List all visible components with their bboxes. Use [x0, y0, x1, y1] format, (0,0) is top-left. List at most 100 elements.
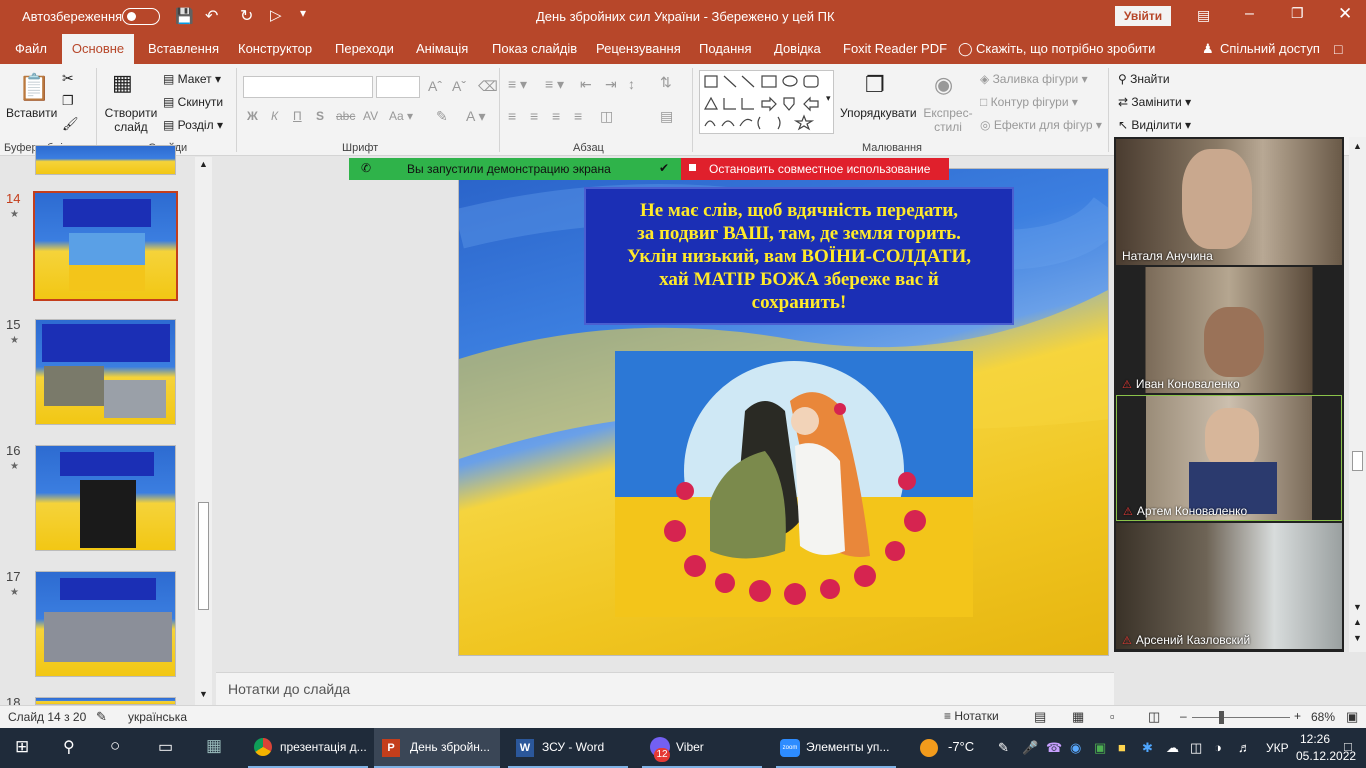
bullets-icon[interactable]: ≡ ▾	[508, 76, 527, 93]
ribbon-display-options-icon[interactable]: ▤	[1197, 7, 1210, 24]
paste-icon[interactable]: 📋	[18, 72, 50, 103]
shapes-more-icon[interactable]: ▾	[826, 93, 831, 104]
font-size-input[interactable]	[376, 76, 420, 98]
customize-qat-icon[interactable]: ▾	[300, 6, 306, 20]
viber-tray-icon[interactable]: ☎	[1046, 740, 1062, 756]
zoom-slider-thumb[interactable]	[1219, 711, 1224, 724]
thumbnails-scrollbar[interactable]: ▲ ▼	[195, 157, 212, 705]
comments-icon[interactable]: □	[1334, 41, 1342, 57]
align-center-icon[interactable]: ≡	[530, 108, 538, 124]
keyboard-language[interactable]: УКР	[1266, 741, 1289, 755]
tab-foxit[interactable]: Foxit Reader PDF	[843, 41, 947, 56]
section-button[interactable]: ▤ Розділ ▾	[163, 118, 223, 132]
quick-styles-button[interactable]: Експрес-стилі	[922, 106, 974, 134]
shape-effects-button[interactable]: ◎ Ефекти для фігур ▾	[980, 118, 1102, 132]
font-name-input[interactable]	[243, 76, 373, 98]
redo-icon[interactable]: ↻	[240, 6, 253, 26]
tab-insert[interactable]: Вставлення	[148, 41, 219, 56]
task-view-icon[interactable]: ▭	[158, 737, 173, 757]
slide-thumbnail-14[interactable]	[33, 191, 178, 301]
tab-view[interactable]: Подання	[699, 41, 752, 56]
restore-icon[interactable]: ❐	[1291, 5, 1304, 22]
cut-icon[interactable]: ✂	[62, 70, 74, 87]
grow-font-icon[interactable]: Aˆ	[428, 78, 442, 94]
share-button[interactable]: Спільний доступ	[1220, 41, 1320, 56]
tab-transitions[interactable]: Переходи	[335, 41, 394, 56]
taskbar-viber[interactable]: 12 Viber	[642, 728, 762, 768]
video-tile[interactable]: ⚠ Иван Коноваленко	[1116, 267, 1342, 393]
reset-button[interactable]: ▤ Скинути	[163, 95, 223, 109]
clock-time[interactable]: 12:26	[1300, 732, 1330, 746]
microphone-icon[interactable]: 🎤	[1022, 740, 1038, 756]
text-direction-icon[interactable]: ⇅	[660, 74, 672, 91]
pen-icon[interactable]: ✎	[998, 740, 1009, 756]
tell-me-search[interactable]: Скажіть, що потрібно зробити	[976, 41, 1155, 56]
underline-button[interactable]: П	[293, 109, 302, 123]
zoom-tray-icon[interactable]: ◉	[1070, 740, 1081, 756]
slide-thumbnail-17[interactable]	[35, 571, 176, 677]
shrink-font-icon[interactable]: Aˇ	[452, 78, 466, 94]
wifi-icon[interactable]: ◑	[1214, 740, 1222, 755]
cortana-icon[interactable]: ○	[110, 736, 120, 756]
language-indicator[interactable]: українська	[128, 710, 187, 724]
zoom-out-icon[interactable]: –	[1180, 709, 1187, 723]
tab-animations[interactable]: Анімація	[416, 41, 468, 56]
bold-button[interactable]: Ж	[247, 109, 258, 123]
slide-thumbnails-pane[interactable]: 14 ★ 15 ★ 16 ★ 17 ★ 18 ▲ ▼	[0, 145, 213, 710]
slide-sorter-icon[interactable]: ▦	[1072, 709, 1084, 725]
increase-indent-icon[interactable]: ⇥	[605, 76, 617, 93]
replace-button[interactable]: ⇄ Замінити ▾	[1118, 95, 1191, 109]
stop-share-button[interactable]: Остановить совместное использование	[681, 158, 949, 180]
taskbar-word[interactable]: W ЗСУ - Word	[508, 728, 628, 768]
normal-view-icon[interactable]: ▤	[1034, 709, 1046, 725]
layout-button[interactable]: ▤ Макет ▾	[163, 72, 221, 86]
slide-scrollbar[interactable]: ▲ ▼ ▲ ▼	[1349, 137, 1366, 652]
weather-temp[interactable]: -7°C	[948, 739, 974, 754]
align-right-icon[interactable]: ≡	[552, 108, 560, 124]
smartart-icon[interactable]: ▤	[660, 108, 673, 125]
notes-pane[interactable]: Нотатки до слайда	[216, 672, 1114, 705]
arrange-button[interactable]: Упорядкувати	[840, 106, 917, 120]
tab-home[interactable]: Основне	[62, 34, 134, 64]
italic-button[interactable]: К	[271, 109, 278, 123]
notes-button[interactable]: ≡ Нотатки	[944, 709, 999, 723]
slideshow-view-icon[interactable]: ◫	[1148, 709, 1160, 725]
align-left-icon[interactable]: ≡	[508, 108, 516, 124]
tab-review[interactable]: Рецензування	[596, 41, 681, 56]
spellcheck-icon[interactable]: ✎	[96, 709, 107, 725]
fit-to-window-icon[interactable]: ▣	[1346, 709, 1358, 725]
minimize-icon[interactable]: –	[1245, 5, 1254, 23]
format-painter-icon[interactable]: 🖌	[62, 116, 79, 132]
shapes-gallery[interactable]	[699, 70, 834, 134]
quick-styles-icon[interactable]: ◉	[934, 72, 953, 98]
arrange-icon[interactable]: ❐	[865, 72, 885, 98]
poem-textbox[interactable]: Не має слів, щоб вдячність передати, за …	[584, 187, 1014, 325]
volume-icon[interactable]: ♬	[1238, 740, 1251, 755]
shape-fill-button[interactable]: ◈ Заливка фігури ▾	[980, 72, 1088, 86]
zoom-slider[interactable]	[1192, 717, 1290, 718]
slide-thumbnail-16[interactable]	[35, 445, 176, 551]
line-spacing-icon[interactable]: ↕	[628, 76, 635, 92]
clear-formatting-icon[interactable]: ⌫	[478, 78, 498, 95]
video-tile-active[interactable]: ⚠ Артем Коноваленко	[1116, 395, 1342, 521]
taskbar-powerpoint[interactable]: P День збройн...	[374, 728, 500, 768]
tab-slide-show[interactable]: Показ слайдів	[492, 41, 577, 56]
shape-outline-button[interactable]: □ Контур фігури ▾	[980, 95, 1078, 109]
calculator-icon[interactable]: ▦	[206, 736, 222, 756]
sign-in-button[interactable]: Увійти	[1115, 6, 1171, 26]
video-tile[interactable]: ⚠ Арсений Казловский	[1116, 523, 1342, 649]
tray-app-icon[interactable]: ▣	[1094, 740, 1106, 756]
zoom-in-icon[interactable]: +	[1294, 709, 1301, 723]
slide-thumbnail-18[interactable]	[35, 697, 176, 705]
find-button[interactable]: ⚲ Знайти	[1118, 72, 1170, 86]
notifications-icon[interactable]: □	[1344, 739, 1352, 754]
start-from-beginning-icon[interactable]: ▷	[270, 6, 282, 24]
columns-icon[interactable]: ◫	[600, 108, 613, 125]
windows-start-icon[interactable]: ⊞	[15, 737, 29, 757]
justify-icon[interactable]: ≡	[574, 108, 582, 124]
slide-thumbnail-13[interactable]	[35, 145, 176, 175]
video-tile[interactable]: Наталя Анучина	[1116, 139, 1342, 265]
shadow-button[interactable]: S	[316, 109, 324, 123]
close-icon[interactable]: ✕	[1338, 4, 1352, 24]
security-tray-icon[interactable]: ■	[1118, 740, 1126, 755]
